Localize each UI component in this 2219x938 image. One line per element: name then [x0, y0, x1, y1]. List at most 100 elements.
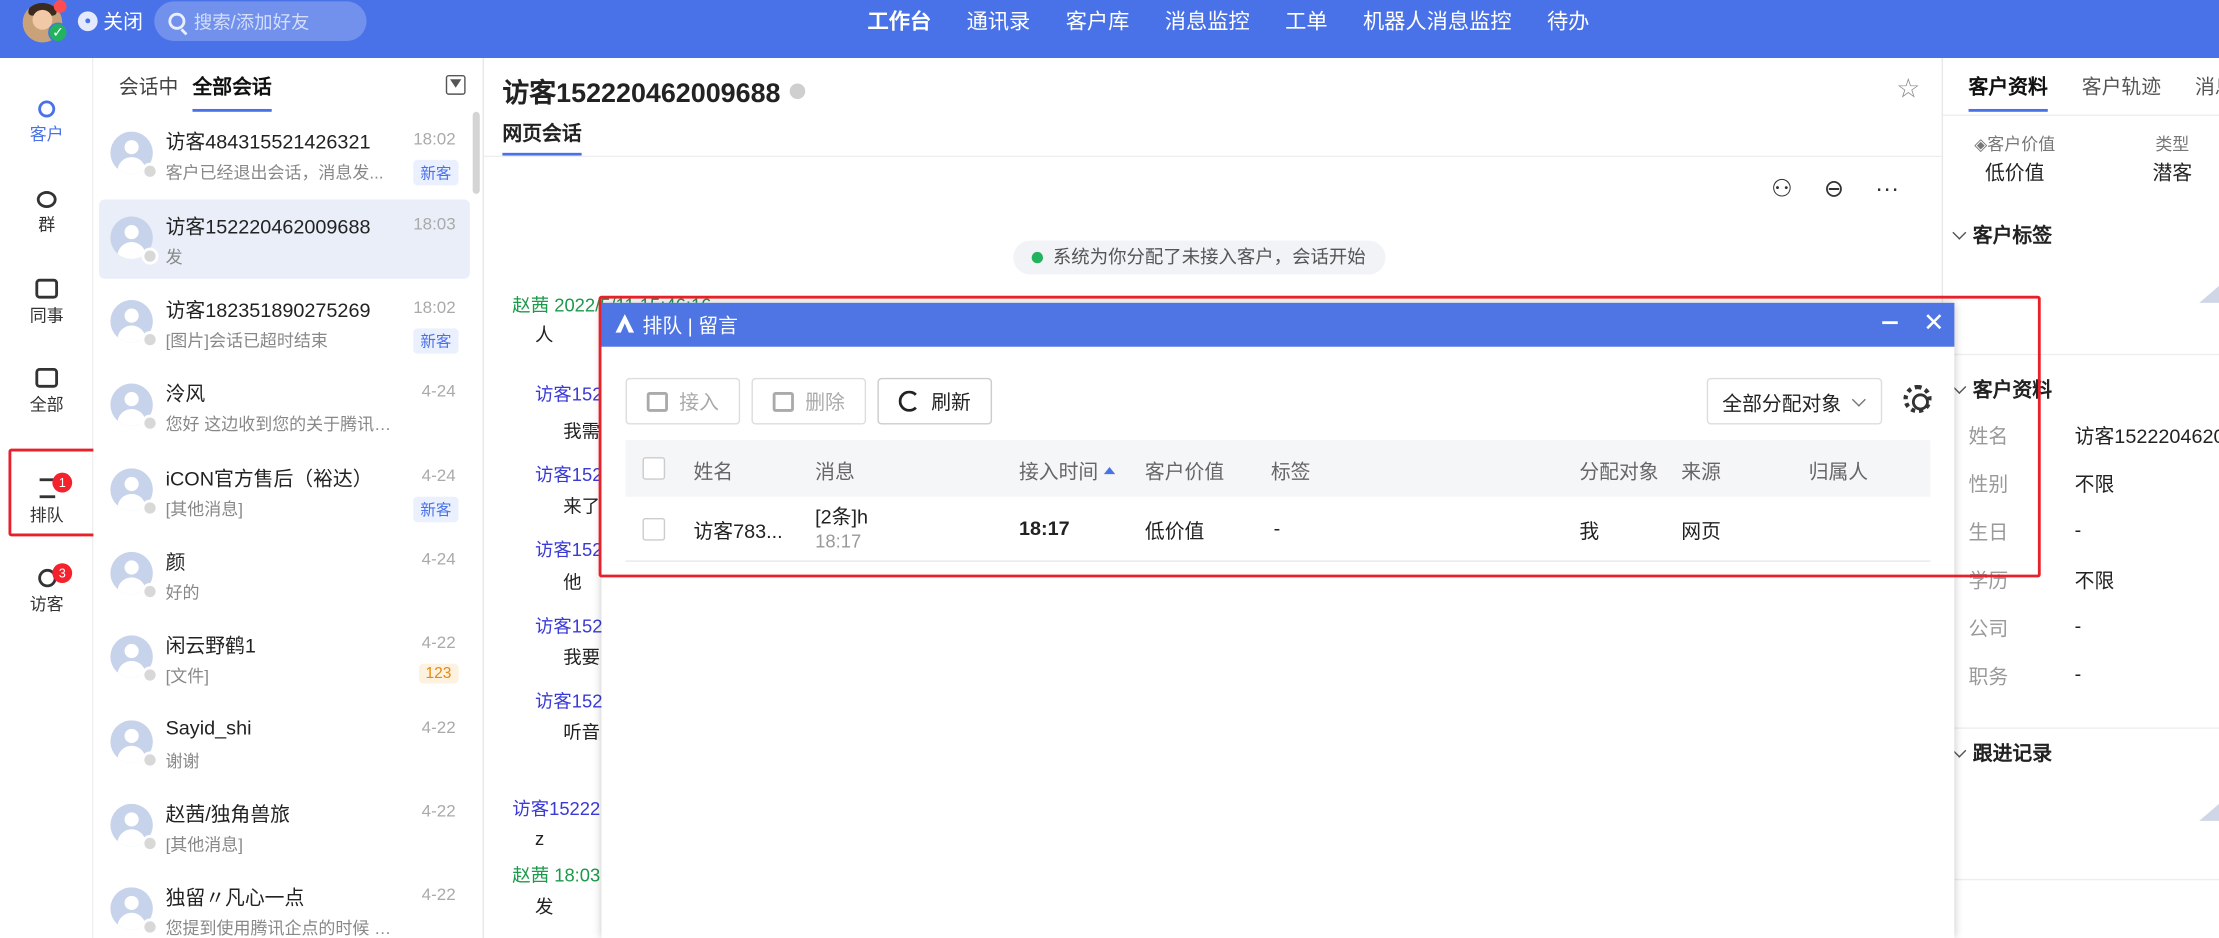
close-label: 关闭	[103, 9, 143, 33]
field-value[interactable]: -	[2075, 614, 2082, 637]
tab-messages[interactable]: 消息	[2195, 72, 2219, 112]
refresh-button[interactable]: 刷新	[877, 377, 993, 425]
message-text: 人	[534, 324, 554, 346]
table-row[interactable]: 访客783... [2条]h 18:17 18:17 低价值 - 我 网页	[625, 497, 1931, 562]
tab-customer-track[interactable]: 客户轨迹	[2082, 72, 2161, 112]
status-dot	[141, 834, 159, 852]
gear-icon[interactable]	[1903, 384, 1932, 414]
search-box[interactable]	[154, 1, 367, 42]
search-input[interactable]	[193, 10, 350, 32]
delete-button[interactable]: 删除	[751, 377, 867, 425]
field-value[interactable]: 不限	[2075, 470, 2115, 498]
refresh-label: 刷新	[931, 389, 971, 413]
notification-dot	[53, 0, 67, 13]
star-icon[interactable]: ☆	[1896, 74, 1920, 107]
conversation-item[interactable]: 泠风您好 这边收到您的关于腾讯企点的满... 4-24	[99, 367, 470, 446]
conversation-item[interactable]: 颜好的 4-24	[99, 535, 470, 614]
status-dot	[141, 499, 159, 517]
refresh-icon	[898, 390, 920, 412]
rail-item-all[interactable]: 全部	[0, 367, 93, 416]
nav-customer-db[interactable]: 客户库	[1066, 6, 1130, 36]
tab-in-session[interactable]: 会话中	[119, 72, 178, 112]
section-customer-profile[interactable]: 客户资料	[1954, 375, 2052, 403]
conversation-time: 18:03	[413, 213, 456, 234]
value-text: 低价值	[1984, 161, 2045, 184]
scrollbar[interactable]	[472, 111, 480, 194]
assignee-select[interactable]: 全部分配对象	[1706, 377, 1883, 425]
group-icon	[36, 191, 57, 209]
conversation-item[interactable]: 赵茜/独角兽旅 [其他消息] 4-22	[99, 787, 470, 866]
conversation-item[interactable]: iCON官方售后（裕达） [其他消息] 4-24 新客	[99, 451, 470, 530]
minimize-icon[interactable]	[1882, 321, 1898, 325]
message-sender: 访客152	[534, 464, 603, 486]
system-message: 系统为你分配了未接入客户，会话开始	[1013, 240, 1386, 275]
filter-icon[interactable]	[445, 75, 466, 95]
message-sender: 访客152	[534, 615, 603, 637]
row-checkbox[interactable]	[642, 517, 666, 541]
cell-message: [2条]h	[815, 505, 869, 528]
conversation-item[interactable]: 闲云野鹤1 [文件] 4-22 123	[99, 618, 470, 697]
end-session-icon[interactable]: ⊖	[1824, 175, 1844, 203]
nav-robot-monitor[interactable]: 机器人消息监控	[1363, 6, 1512, 36]
cell-source: 网页	[1681, 519, 1721, 543]
section-followup[interactable]: 跟进记录	[1954, 739, 2052, 767]
col-access-time-label: 接入时间	[1018, 459, 1099, 483]
rail-item-group[interactable]: 群	[0, 191, 93, 236]
rail-label: 群	[38, 215, 56, 235]
status-dot	[141, 414, 159, 432]
toggle-icon: ●	[77, 11, 98, 32]
close-toggle[interactable]: ● 关闭	[77, 7, 143, 35]
conversation-list: 会话中 全部会话 访客484315521426321 客户已经退出会话，消息发..…	[93, 58, 484, 938]
field-value[interactable]: 访客15222046200	[2075, 422, 2219, 450]
field-label: 学历	[1968, 568, 2009, 592]
corner-icon	[2199, 803, 2219, 821]
tab-customer-profile[interactable]: 客户资料	[1968, 72, 2048, 112]
col-access-time[interactable]: 接入时间	[1018, 457, 1116, 485]
field-label: 生日	[1968, 520, 2009, 544]
field-value[interactable]: 不限	[2075, 566, 2115, 594]
conversation-preview: [其他消息]	[165, 499, 243, 520]
section-customer-tags[interactable]: 客户标签	[1954, 221, 2052, 249]
accept-button[interactable]: 接入	[625, 377, 741, 425]
rail-item-visitor[interactable]: 访客 3	[0, 563, 93, 616]
rail-label: 全部	[29, 394, 64, 415]
nav-contacts[interactable]: 通讯录	[967, 6, 1031, 36]
select-all-checkbox[interactable]	[642, 457, 666, 480]
rail-item-customer[interactable]: 客户	[0, 100, 93, 145]
field-value[interactable]: -	[2075, 518, 2082, 541]
nav-message-monitor[interactable]: 消息监控	[1165, 6, 1250, 36]
type-label: 类型	[2155, 134, 2190, 155]
conversation-preview: 您提到使用腾讯企点的时候 比较卡是...	[165, 918, 407, 938]
briefcase-icon	[35, 278, 59, 299]
rail-label: 同事	[29, 305, 64, 326]
conversation-name: 访客182351890275269	[165, 298, 371, 322]
more-icon[interactable]: ···	[1875, 175, 1899, 203]
close-icon[interactable]: ✕	[1923, 309, 1944, 339]
nav-todo[interactable]: 待办	[1547, 6, 1589, 36]
nav-tickets[interactable]: 工单	[1285, 6, 1327, 36]
conversation-item[interactable]: 访客484315521426321 客户已经退出会话，消息发... 18:02 新客	[99, 115, 470, 194]
conversation-item[interactable]: 访客152220462009688 发 18:03	[99, 199, 470, 279]
cell-assignee: 我	[1579, 519, 1600, 543]
conversation-preview: 客户已经退出会话，消息发...	[165, 162, 384, 183]
conversation-item[interactable]: Sayid_shi 谢谢 4-22	[99, 703, 470, 782]
conversation-name: 泠风	[165, 382, 206, 405]
online-status-icon[interactable]: ✓	[48, 22, 68, 43]
tab-all-sessions[interactable]: 全部会话	[192, 72, 272, 112]
status-dot	[141, 583, 159, 601]
transfer-icon[interactable]: ⚇	[1771, 175, 1793, 203]
conversation-preview: [其他消息]	[165, 834, 243, 855]
conversation-time: 4-22	[421, 717, 456, 738]
conversation-name: iCON官方售后（裕达）	[165, 467, 373, 490]
sort-icon[interactable]	[1103, 467, 1116, 475]
field-label: 职务	[1968, 665, 2009, 688]
message-sender: 赵茜 18:03	[512, 864, 601, 886]
field-value[interactable]: -	[2075, 662, 2082, 685]
rail-item-colleague[interactable]: 同事	[0, 278, 93, 327]
nav-workbench[interactable]: 工作台	[868, 6, 932, 36]
conversation-item[interactable]: 独留〃凡心一点您提到使用腾讯企点的时候 比较卡是... 4-22	[99, 870, 470, 938]
conversation-name: 访客152220462009688	[165, 215, 371, 238]
tab-web-session[interactable]: 网页会话	[502, 119, 582, 156]
conversation-item[interactable]: 访客182351890275269 [图片]会话已超时结束 18:02 新客	[99, 283, 470, 362]
rail-label: 访客	[29, 594, 64, 615]
